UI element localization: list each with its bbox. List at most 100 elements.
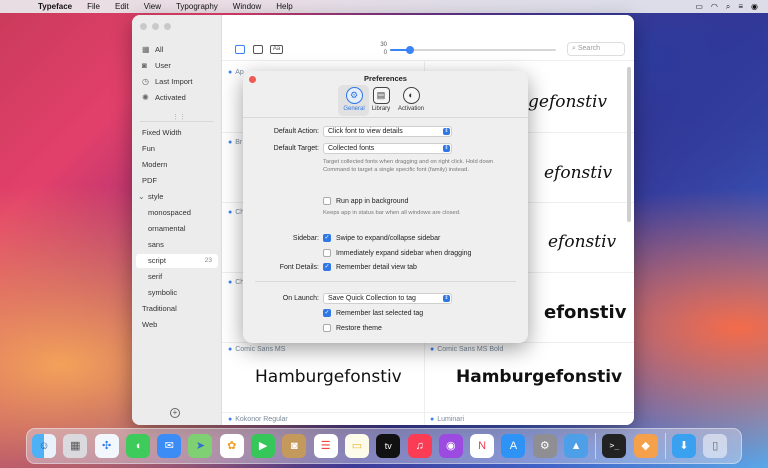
font-size-slider[interactable]: [390, 46, 556, 54]
sidebar-tag-traditional[interactable]: Traditional: [136, 302, 218, 316]
messages-icon[interactable]: ◖: [125, 434, 150, 458]
scrollbar[interactable]: [627, 67, 631, 222]
tab-activation[interactable]: ◐ Activation: [393, 87, 429, 112]
restore-theme-checkbox[interactable]: Restore theme: [323, 324, 382, 332]
siri-icon[interactable]: ◉: [751, 2, 758, 11]
fox-icon[interactable]: ◆: [633, 434, 658, 458]
expand-drag-checkbox[interactable]: Immediately expand sidebar when dragging: [323, 249, 471, 257]
mail-icon[interactable]: ✉: [157, 434, 182, 458]
divider: [255, 281, 516, 282]
menu-typography[interactable]: Typography: [176, 2, 218, 11]
default-target-select[interactable]: Collected fonts ⇕: [323, 143, 452, 154]
font-sample[interactable]: Hamburgefonstiv: [255, 367, 402, 387]
sidebar-toggle-icon[interactable]: [235, 45, 245, 54]
chevron-down-icon[interactable]: ⌄: [138, 190, 145, 204]
tag-count-badge: 23: [204, 257, 212, 264]
font-sample[interactable]: efonstiv: [544, 163, 612, 183]
settings-icon[interactable]: ⚙: [532, 434, 557, 458]
sidebar-tag-symbolic[interactable]: symbolic: [136, 286, 218, 300]
sidebar-tag-serif[interactable]: serif: [136, 270, 218, 284]
sidebar-item-last-import[interactable]: ◷ Last Import: [136, 75, 218, 89]
maps-icon[interactable]: ➤: [188, 434, 213, 458]
checkbox-box: [323, 324, 331, 332]
on-launch-select[interactable]: Save Quick Collection to tag ⇕: [323, 293, 452, 304]
font-sample[interactable]: Hamburgefonstiv: [456, 367, 622, 387]
window-controls: [140, 23, 171, 30]
chevron-updown-icon: ⇕: [443, 295, 450, 302]
typeface-icon[interactable]: ▲: [564, 434, 589, 458]
contacts-icon[interactable]: ◙: [282, 434, 307, 458]
sidebar-tag-style[interactable]: ⌄ style: [136, 190, 218, 204]
text-preview-icon[interactable]: Aa: [270, 45, 283, 54]
menu-app-name[interactable]: Typeface: [38, 2, 72, 11]
launchpad-icon[interactable]: ▦: [63, 434, 88, 458]
sidebar-resize-handle[interactable]: ⋮⋮: [172, 113, 186, 121]
sidebar-tag-script[interactable]: script 23: [136, 254, 218, 268]
finder-icon[interactable]: ☺: [32, 434, 56, 458]
grid-icon: ▦: [142, 45, 150, 54]
downloads-icon[interactable]: ⬇: [671, 434, 696, 458]
sidebar-tag-monospaced[interactable]: monospaced: [136, 206, 218, 220]
clock-icon: ◷: [142, 77, 149, 86]
font-sample[interactable]: efonstiv: [548, 232, 616, 252]
default-target-label: Default Target:: [273, 145, 319, 152]
appstore-icon[interactable]: A: [501, 434, 526, 458]
toolbar: Aa 30 0 ⌕ Search: [222, 15, 634, 61]
menu-help[interactable]: Help: [276, 2, 292, 11]
font-sample[interactable]: gefonstiv: [528, 92, 607, 112]
menu-view[interactable]: View: [144, 2, 161, 11]
photos-icon[interactable]: ✿: [219, 434, 244, 458]
font-card-label: ● Luminari: [430, 416, 465, 423]
close-button[interactable]: [140, 23, 147, 30]
trash-icon[interactable]: ▯: [703, 434, 728, 458]
window-view-icon[interactable]: [253, 45, 263, 54]
default-action-select[interactable]: Click font to view details ⇕: [323, 126, 452, 137]
menu-file[interactable]: File: [87, 2, 100, 11]
typeface-status-icon[interactable]: ▭: [695, 2, 703, 11]
font-card-label: ● Kokonor Regular: [228, 416, 288, 423]
dock-separator: [595, 433, 597, 459]
checkbox-box: [323, 249, 331, 257]
terminal-icon[interactable]: >_: [602, 434, 627, 458]
menu-edit[interactable]: Edit: [115, 2, 129, 11]
minimize-button[interactable]: [152, 23, 159, 30]
search-icon[interactable]: ⌕: [726, 2, 730, 12]
font-card-label: ● Ch: [228, 279, 245, 286]
sidebar-tag-fixed-width[interactable]: Fixed Width: [136, 126, 218, 140]
news-icon[interactable]: N: [470, 434, 495, 458]
sidebar-tag-pdf[interactable]: PDF: [136, 174, 218, 188]
sidebar-tag-sans[interactable]: sans: [136, 238, 218, 252]
remember-tab-checkbox[interactable]: ✓ Remember detail view tab: [323, 263, 417, 271]
remember-tag-checkbox[interactable]: ✓ Remember last selected tag: [323, 309, 423, 317]
sidebar-item-activated[interactable]: ✺ Activated: [136, 91, 218, 105]
notes-icon[interactable]: ▭: [344, 434, 369, 458]
wifi-icon[interactable]: ◠: [711, 2, 718, 11]
sidebar-tag-ornamental[interactable]: ornamental: [136, 222, 218, 236]
gear-icon: ⚙: [345, 87, 363, 104]
font-sample[interactable]: efonstiv: [544, 302, 626, 323]
font-card-label: ● Comic Sans MS: [228, 346, 286, 353]
person-icon: ◙: [142, 61, 147, 70]
sidebar-tag-fun[interactable]: Fun: [136, 142, 218, 156]
activation-icon: ◐: [402, 87, 420, 104]
reminders-icon[interactable]: ☰: [313, 434, 338, 458]
run-background-checkbox[interactable]: Run app in background: [323, 197, 408, 205]
control-center-icon[interactable]: ≡: [738, 2, 743, 11]
tv-icon[interactable]: tv: [376, 434, 401, 458]
swipe-sidebar-checkbox[interactable]: ✓ Swipe to expand/collapse sidebar: [323, 234, 440, 242]
sidebar-tag-modern[interactable]: Modern: [136, 158, 218, 172]
music-icon[interactable]: ♫: [407, 434, 432, 458]
slider-knob[interactable]: [405, 46, 414, 54]
add-tag-button[interactable]: +: [170, 408, 180, 418]
safari-icon[interactable]: ✣: [94, 434, 119, 458]
search-input[interactable]: ⌕ Search: [567, 42, 625, 56]
sidebar-item-user[interactable]: ◙ User: [136, 59, 218, 73]
zoom-button[interactable]: [164, 23, 171, 30]
facetime-icon[interactable]: ▶: [251, 434, 276, 458]
library-icon: ▤: [372, 87, 390, 104]
menu-window[interactable]: Window: [233, 2, 261, 11]
sidebar-tag-web[interactable]: Web: [136, 318, 218, 332]
sidebar-item-all[interactable]: ▦ All: [136, 43, 218, 57]
checkmark-icon: ✓: [323, 234, 331, 242]
podcasts-icon[interactable]: ◉: [438, 434, 463, 458]
